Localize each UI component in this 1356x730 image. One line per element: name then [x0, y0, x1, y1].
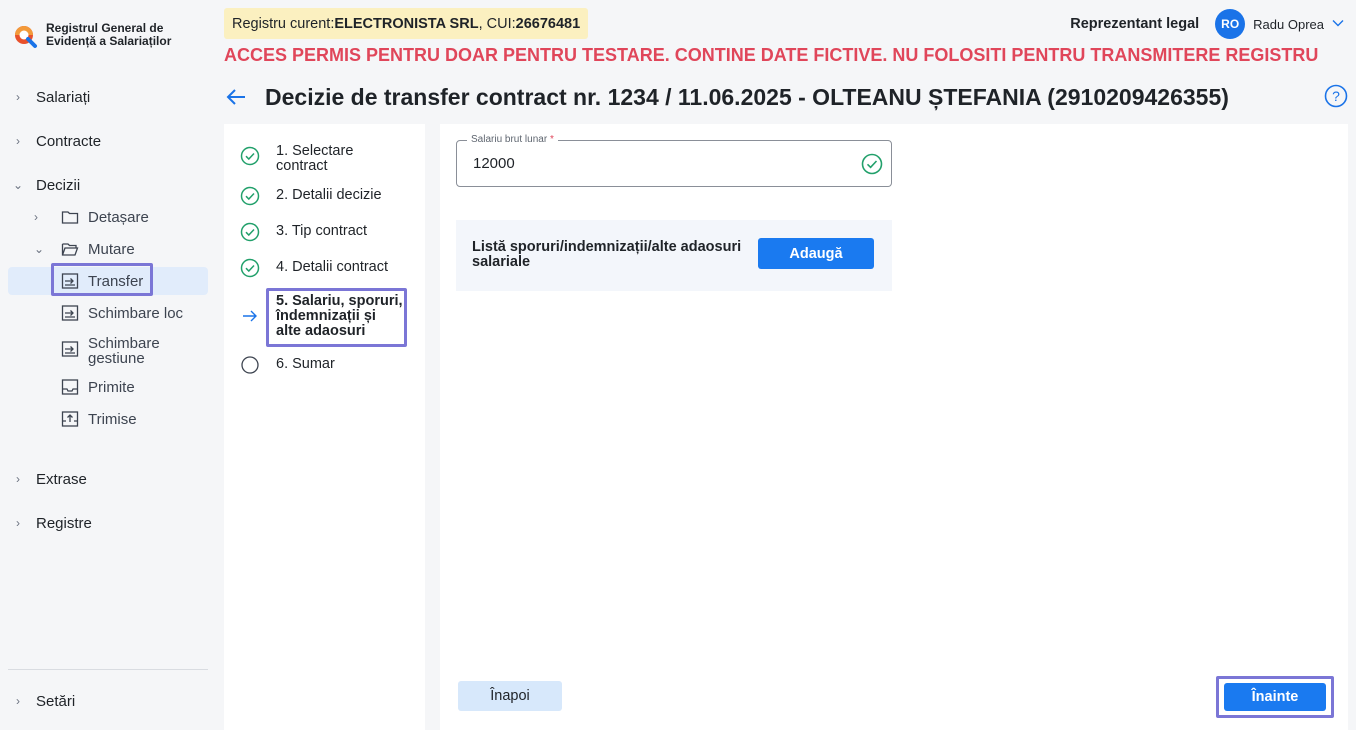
step-label: 3. Tip contract — [276, 223, 368, 239]
chevron-right-icon: › — [34, 210, 38, 224]
nav-registre[interactable]: › Registre — [8, 509, 208, 537]
nav-trimise[interactable]: Trimise — [8, 405, 208, 433]
chevron-right-icon: › — [16, 516, 20, 530]
nav-extrase[interactable]: › Extrase — [8, 465, 208, 493]
chevron-right-icon: › — [16, 134, 20, 148]
chevron-right-icon: › — [16, 90, 20, 104]
nav-schimbare-gestiune[interactable]: Schimbare gestiune — [8, 333, 208, 369]
page-title: Decizie de transfer contract nr. 1234 / … — [265, 83, 1229, 110]
user-role: Reprezentant legal — [1070, 16, 1200, 32]
bonus-list-label: Listă sporuri/indemnizații/alte adaosuri… — [472, 239, 742, 270]
chevron-down-icon: ⌄ — [34, 242, 45, 256]
nav-label: Decizii — [36, 176, 81, 194]
next-button[interactable]: Înainte — [1224, 683, 1326, 711]
nav-transfer[interactable]: Transfer — [8, 267, 208, 295]
chevron-right-icon: › — [16, 472, 20, 486]
nav-label: Primite — [88, 378, 135, 396]
nav-label: Trimise — [88, 410, 137, 428]
nav-mutare[interactable]: ⌄ Mutare — [8, 235, 208, 263]
nav-label: Extrase — [36, 470, 87, 488]
nav-label: Contracte — [36, 132, 102, 150]
nav-label: Schimbare loc — [88, 304, 184, 322]
registry-prefix: Registru curent: — [232, 15, 335, 32]
transfer-icon — [61, 273, 79, 289]
current-registry-badge: Registru curent: ELECTRONISTA SRL , CUI:… — [224, 8, 589, 39]
avatar[interactable]: RO — [1215, 9, 1246, 39]
nav-label: Registre — [36, 514, 92, 532]
salary-label: Salariu brut lunar * — [467, 134, 558, 145]
nav-label: Mutare — [88, 240, 135, 258]
step-label: 1. Selectare contract — [276, 143, 354, 174]
folder-icon — [61, 211, 79, 224]
salary-field[interactable]: Salariu brut lunar * — [456, 134, 892, 187]
bonus-list-section: Listă sporuri/indemnizații/alte adaosuri… — [456, 220, 892, 291]
title-row: Decizie de transfer contract nr. 1234 / … — [224, 80, 1348, 114]
chevron-down-icon[interactable] — [1332, 18, 1344, 30]
chevron-down-icon: ⌄ — [12, 178, 24, 192]
step-label: 4. Detalii contract — [276, 259, 389, 275]
app-name: Registrul General de Evidență a Salariaț… — [46, 21, 172, 48]
back-arrow-icon[interactable] — [224, 84, 250, 110]
company-name: ELECTRONISTA SRL — [334, 15, 479, 32]
salary-input[interactable] — [473, 155, 833, 172]
app-logo[interactable]: Registrul General de Evidență a Salariaț… — [12, 22, 186, 50]
nav-setari[interactable]: › Setări — [8, 687, 208, 715]
empty-circle-icon — [241, 356, 259, 374]
test-environment-warning: ACCES PERMIS PENTRU DOAR PENTRU TESTARE.… — [224, 45, 1319, 65]
transfer-icon — [61, 341, 79, 357]
folder-open-icon — [61, 243, 79, 256]
transfer-icon — [61, 305, 79, 321]
check-circle-icon — [240, 222, 260, 242]
nav-label: Detașare — [88, 208, 149, 226]
sidebar: Registrul General de Evidență a Salariaț… — [0, 0, 216, 730]
nav-label: Schimbare gestiune — [88, 335, 160, 367]
check-circle-icon — [240, 186, 260, 206]
check-circle-icon — [240, 258, 260, 278]
check-circle-icon — [861, 153, 883, 175]
inbox-icon — [61, 379, 79, 395]
cui-prefix: , CUI: — [478, 15, 516, 32]
nav-contracte[interactable]: › Contracte — [8, 127, 208, 155]
nav-salariati[interactable]: › Salariați — [8, 83, 208, 111]
chevron-right-icon: › — [16, 694, 20, 708]
sidebar-divider — [8, 669, 208, 670]
cui-value: 26676481 — [515, 15, 581, 32]
nav-detasare[interactable]: › Detașare — [8, 203, 208, 231]
step-label: 6. Sumar — [276, 356, 335, 372]
step-label: 2. Detalii decizie — [276, 187, 382, 203]
next-button-outline: Înainte — [1216, 676, 1334, 718]
svg-text:?: ? — [1332, 88, 1340, 104]
user-name[interactable]: Radu Oprea — [1253, 17, 1324, 32]
nav-label: Setări — [36, 692, 76, 710]
form-panel: Salariu brut lunar * Listă sporuri/indem… — [440, 124, 1348, 730]
logo-icon — [15, 26, 37, 48]
outbox-icon — [61, 411, 79, 427]
wizard-stepper: 1. Selectare contract 2. Detalii decizie… — [224, 124, 425, 730]
check-circle-icon — [240, 146, 260, 166]
add-bonus-button[interactable]: Adaugă — [758, 238, 874, 269]
help-icon[interactable]: ? — [1324, 84, 1348, 108]
back-button[interactable]: Înapoi — [458, 681, 562, 711]
nav-label: Transfer — [88, 272, 144, 290]
nav-schimbare-loc[interactable]: Schimbare loc — [8, 299, 208, 327]
step-label: 5. Salariu, sporuri, îndemnizații și alt… — [276, 293, 403, 339]
arrow-right-icon — [243, 310, 257, 322]
nav-primite[interactable]: Primite — [8, 373, 208, 401]
nav-label: Salariați — [36, 88, 91, 106]
nav-decizii[interactable]: ⌄ Decizii — [8, 171, 208, 199]
user-menu[interactable]: Reprezentant legal RO Radu Oprea — [1070, 9, 1344, 39]
